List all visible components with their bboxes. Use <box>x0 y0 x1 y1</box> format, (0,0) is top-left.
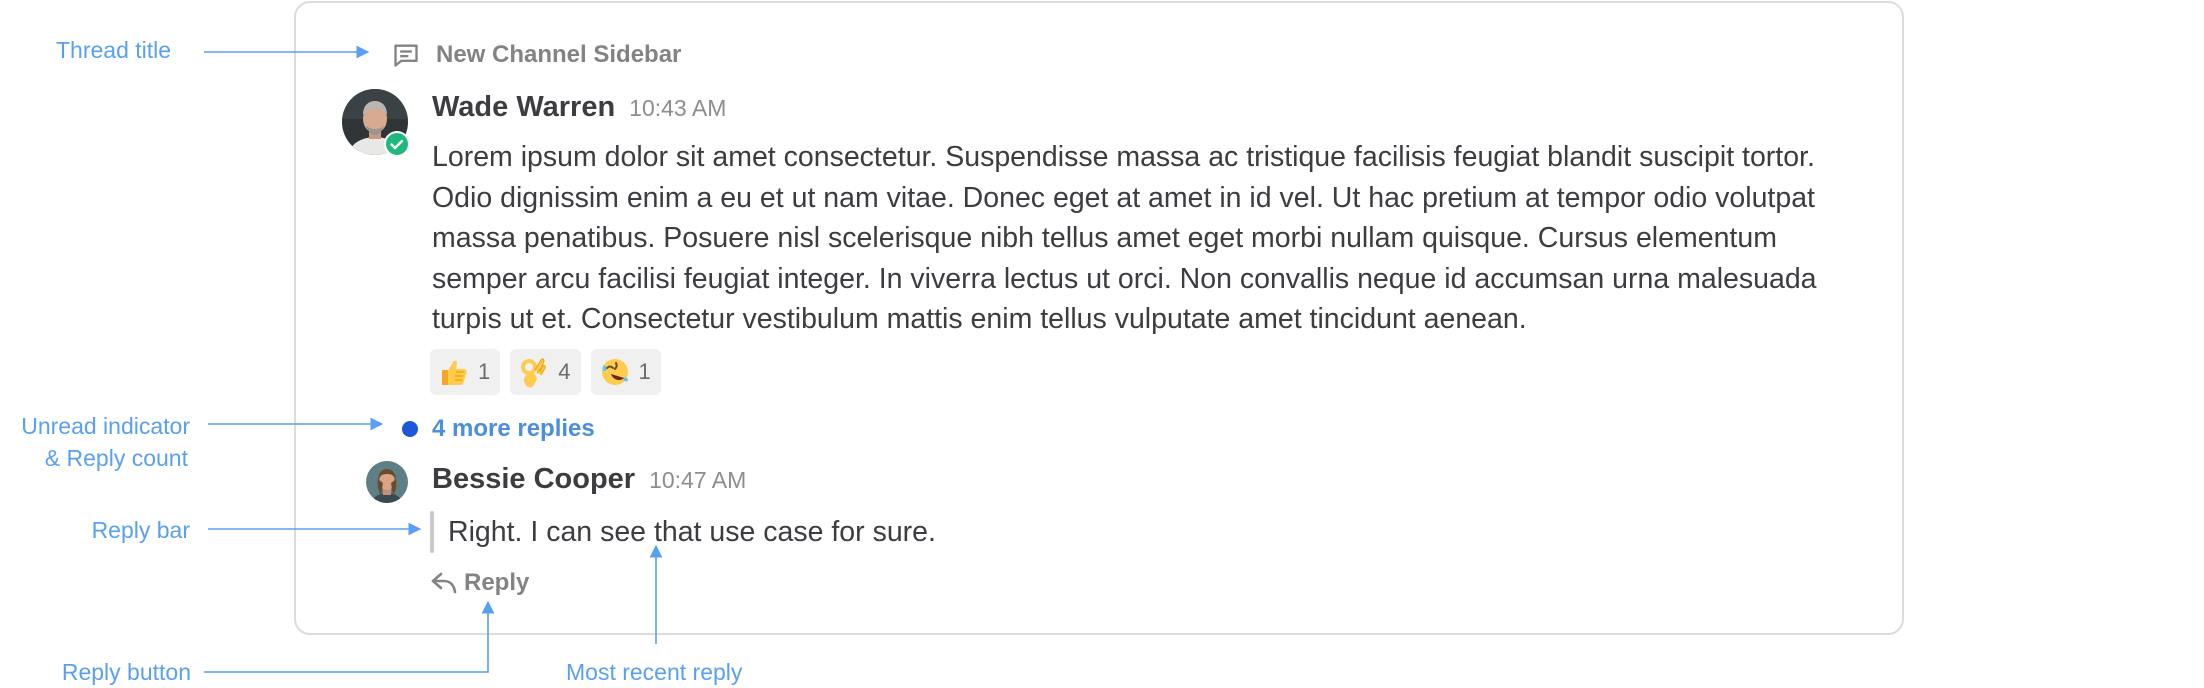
online-status-icon <box>384 131 410 157</box>
reaction-ok-hand[interactable]: 4 <box>510 349 581 395</box>
reply-timestamp[interactable]: 10:47 AM <box>649 467 746 494</box>
annotation-thread-title: Thread title <box>56 37 172 63</box>
most-recent-reply-text: Right. I can see that use case for sure. <box>448 516 936 548</box>
reply-button-label: Reply <box>464 569 530 596</box>
post-message: Lorem ipsum dolor sit amet consectetur. … <box>432 141 1817 335</box>
thread-header[interactable]: New Channel Sidebar <box>392 41 681 69</box>
reply-count-label[interactable]: 4 more replies <box>432 415 595 443</box>
more-replies-link[interactable]: 4 more replies <box>402 415 595 443</box>
annotation-reply-button: Reply button <box>61 659 191 685</box>
author-name[interactable]: Wade Warren <box>432 91 615 124</box>
avatar[interactable] <box>366 461 408 503</box>
reply-button[interactable]: Reply <box>430 569 529 597</box>
annotation-unread-line1: Unread indicator <box>21 413 190 439</box>
reaction-list: 1 4 1 <box>430 349 661 395</box>
post-timestamp[interactable]: 10:43 AM <box>629 95 726 122</box>
unread-indicator <box>402 421 418 437</box>
ok-hand-icon <box>518 356 550 388</box>
reply-author-name[interactable]: Bessie Cooper <box>432 463 635 496</box>
post-header: Wade Warren 10:43 AM <box>432 91 726 124</box>
reaction-count: 4 <box>558 359 571 384</box>
thumbs-up-icon <box>438 356 470 388</box>
reaction-rolling-laughing[interactable]: 1 <box>590 349 661 395</box>
annotation-unread-line2: & Reply count <box>44 445 188 471</box>
thread-card: New Channel Sidebar Wade Warren 10:43 AM… <box>294 1 1904 635</box>
reaction-count: 1 <box>478 359 491 384</box>
reaction-thumbs-up[interactable]: 1 <box>430 349 501 395</box>
message-icon <box>392 41 420 69</box>
annotation-most-recent-reply: Most recent reply <box>566 659 743 685</box>
reaction-count: 1 <box>638 359 651 384</box>
annotation-reply-bar: Reply bar <box>91 517 190 543</box>
reply-arrow-icon <box>430 570 458 596</box>
reply-header: Bessie Cooper 10:47 AM <box>432 463 746 496</box>
rolling-on-floor-laughing-icon <box>599 356 631 388</box>
reply-bar <box>430 511 434 553</box>
thread-title: New Channel Sidebar <box>436 41 682 68</box>
